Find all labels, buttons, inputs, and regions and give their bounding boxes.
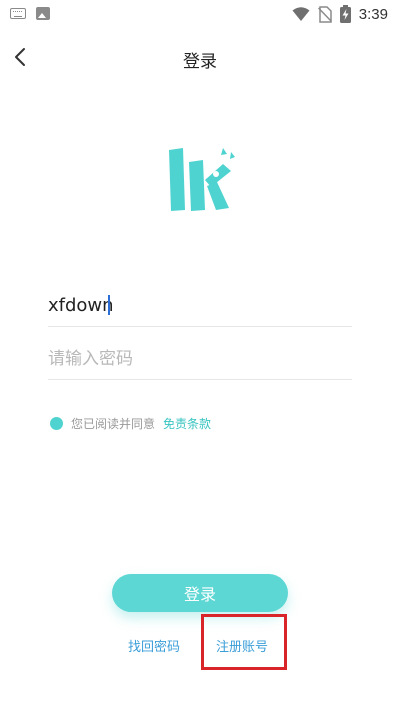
- wifi-icon: [292, 7, 310, 21]
- status-bar: 3:39: [0, 0, 400, 30]
- register-highlight-box: [201, 614, 287, 670]
- battery-charging-icon: [339, 5, 351, 23]
- text-caret: [108, 295, 110, 315]
- agreement-row: 您已阅读并同意 免责条款: [50, 414, 211, 432]
- password-field[interactable]: [48, 337, 352, 380]
- app-logo-icon: [169, 148, 235, 211]
- status-right-icons: 3:39: [292, 5, 388, 23]
- no-sim-icon: [317, 5, 332, 23]
- agreement-text: 您已阅读并同意: [71, 416, 156, 431]
- status-time: 3:39: [358, 5, 388, 23]
- image-notification-icon: [36, 7, 50, 20]
- terms-link[interactable]: 免责条款: [163, 415, 211, 432]
- page-title: 登录: [183, 52, 217, 72]
- header: 登录: [0, 38, 400, 78]
- keyboard-icon: [10, 8, 26, 19]
- password-input[interactable]: [48, 337, 352, 379]
- username-field[interactable]: [48, 284, 352, 327]
- status-left-icons: [10, 7, 50, 20]
- login-button[interactable]: 登录: [112, 574, 288, 612]
- agreement-radio[interactable]: [50, 416, 63, 430]
- username-input[interactable]: [48, 284, 352, 326]
- forgot-password-link[interactable]: 找回密码: [128, 636, 180, 655]
